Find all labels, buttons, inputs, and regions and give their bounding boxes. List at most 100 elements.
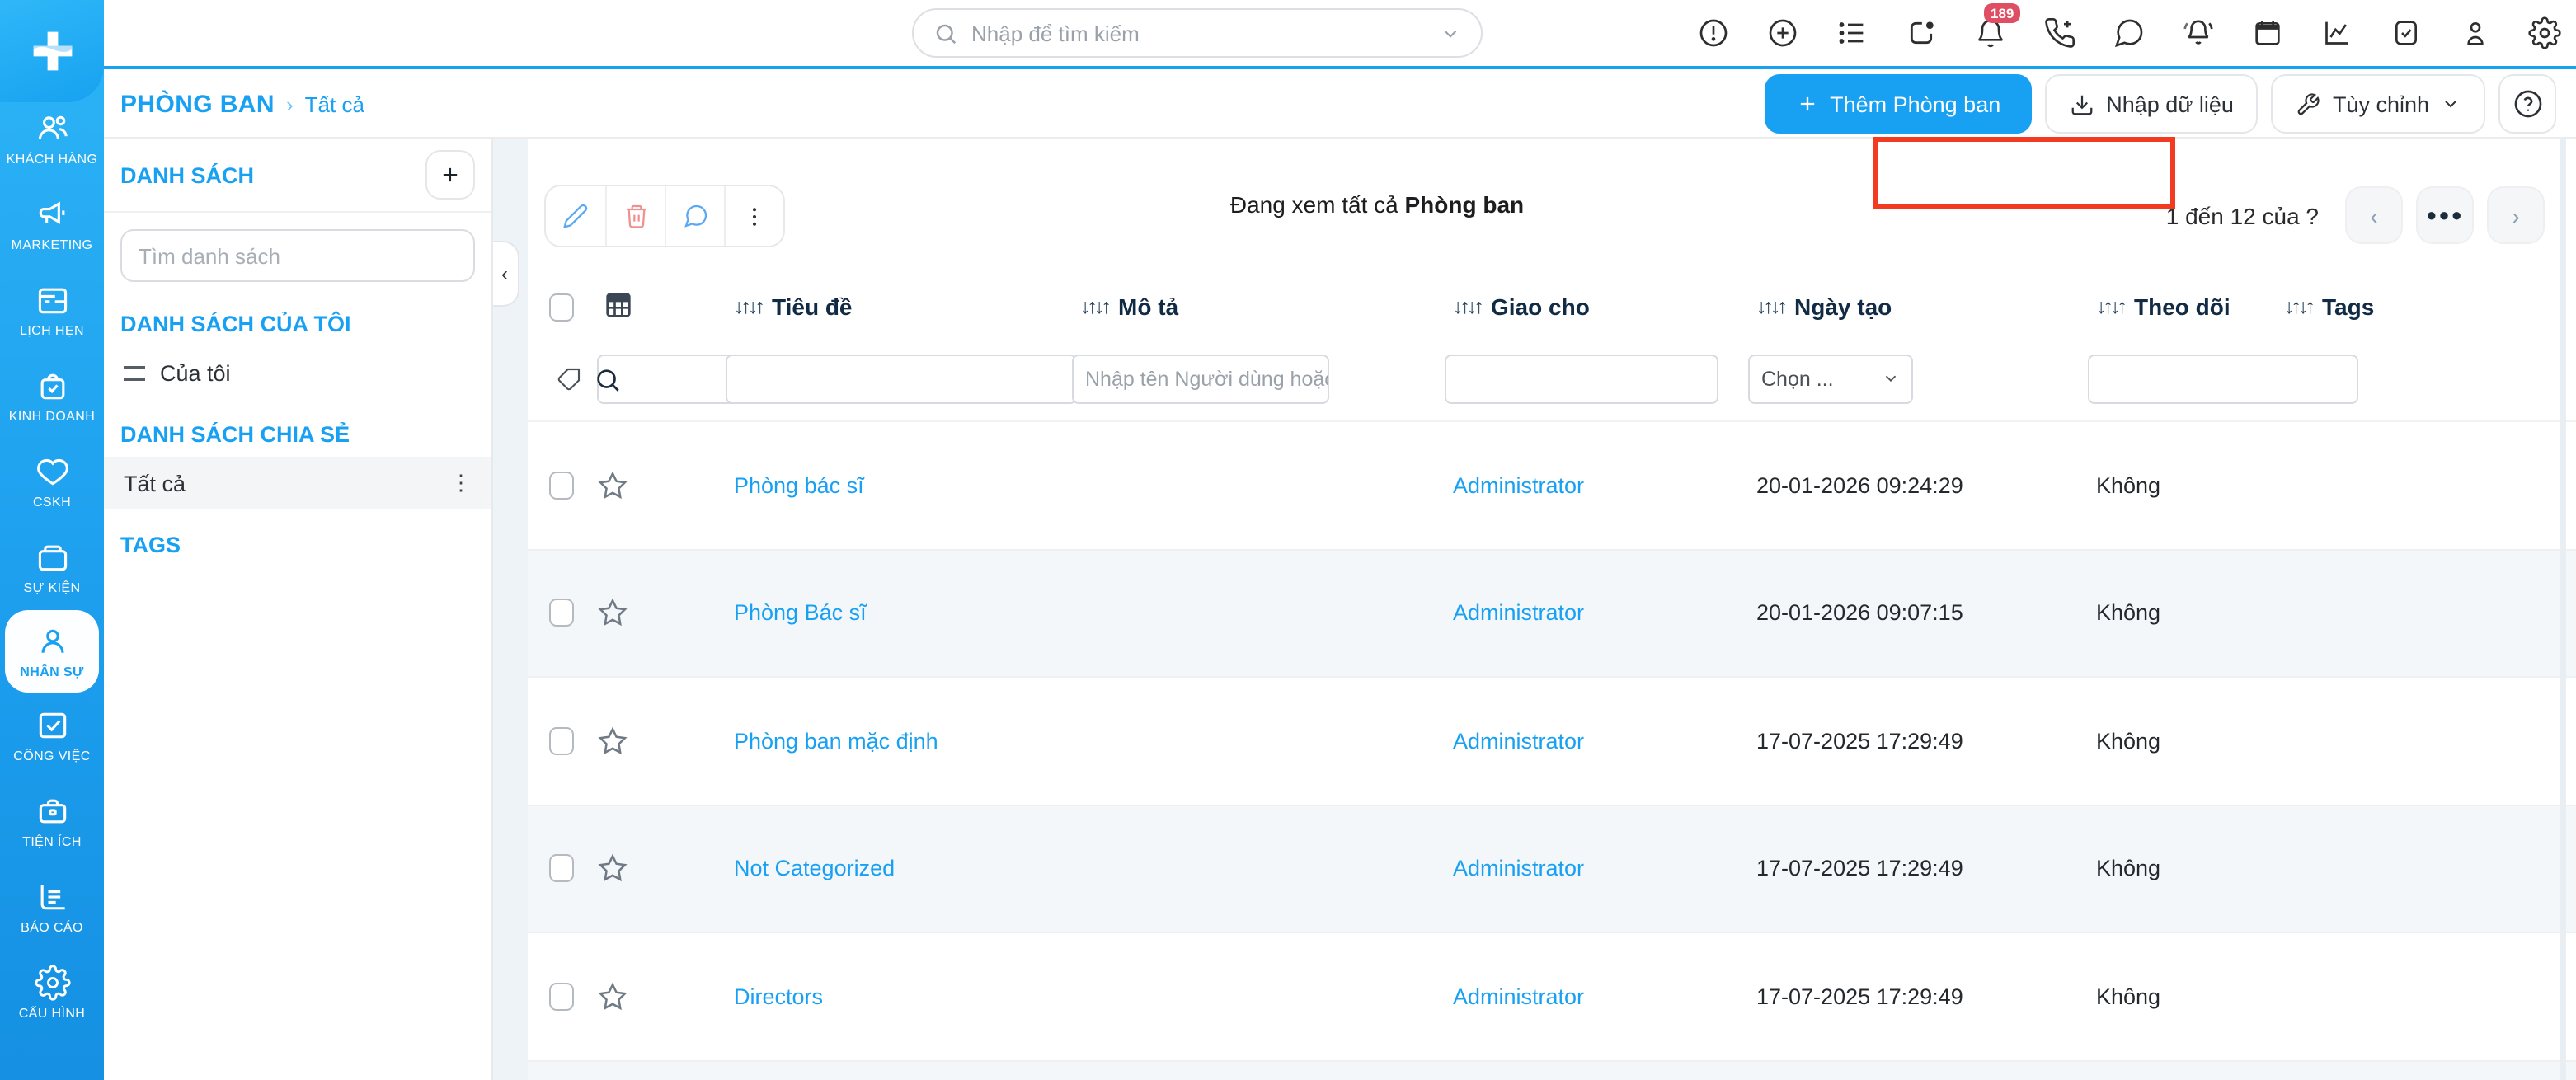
star-icon[interactable] [597, 598, 726, 629]
filter-tags-input[interactable] [2088, 354, 2358, 403]
add-department-button[interactable]: Thêm Phòng ban [1764, 74, 2032, 134]
breadcrumb-section[interactable]: PHÒNG BAN [120, 90, 275, 118]
rail-item-cau-hinh[interactable]: CẤU HÌNH [0, 950, 104, 1035]
help-button[interactable] [2498, 74, 2556, 134]
row-title-link[interactable]: Directors [726, 984, 1072, 1009]
column-header-assigned[interactable]: ↓↑Giao cho [1445, 293, 1748, 320]
rail-item-khach-hang[interactable]: KHÁCH HÀNG [0, 96, 104, 181]
row-title-link[interactable]: Phòng ban mặc định [726, 729, 1072, 754]
customers-group-icon [34, 110, 70, 147]
row-checkbox[interactable] [549, 599, 574, 627]
global-search-input[interactable]: Nhập để tìm kiếm [912, 8, 1483, 58]
rail-item-marketing[interactable]: MARKETING [0, 181, 104, 267]
add-list-button[interactable] [425, 150, 475, 200]
list-item-tat-ca[interactable]: Tất cả ⋮ [104, 457, 491, 509]
row-title-link[interactable]: Not Categorized [726, 857, 1072, 881]
column-header-description[interactable]: ↓↑Mô tả [1072, 293, 1445, 320]
row-checkbox[interactable] [549, 472, 574, 500]
import-data-button[interactable]: Nhập dữ liệu [2045, 74, 2259, 134]
page-options-button[interactable]: ●●● [2416, 186, 2474, 244]
calendar-icon[interactable] [2249, 15, 2286, 51]
search-placeholder: Nhập để tìm kiếm [971, 21, 1427, 45]
filter-created-input[interactable] [1445, 354, 1718, 403]
ring-bell-icon[interactable] [2180, 15, 2216, 51]
screen-notification-icon[interactable] [1903, 15, 1939, 51]
activity-chart-icon[interactable] [2319, 15, 2355, 51]
row-created: 20-01-2026 09:24:29 [1748, 473, 2088, 498]
alert-icon[interactable] [1695, 15, 1732, 51]
table-row[interactable]: Phòng bác sĩ Administrator 20-01-2026 09… [528, 422, 2576, 550]
bell-icon[interactable]: 189 [1972, 15, 2009, 51]
star-icon[interactable] [597, 853, 726, 885]
table-row[interactable]: Phòng ban mặc định Administrator 17-07-2… [528, 678, 2576, 805]
bulk-action-group [544, 185, 785, 247]
grid-view-button[interactable] [597, 288, 726, 326]
star-icon[interactable] [597, 725, 726, 757]
list-search-input[interactable]: Tìm danh sách [120, 229, 475, 282]
rail-item-label: NHÂN SỰ [20, 664, 83, 679]
row-created: 17-07-2025 17:29:49 [1748, 729, 2088, 754]
list-item-cua-toi[interactable]: Của tôi [104, 346, 491, 399]
row-checkbox[interactable] [549, 855, 574, 883]
rail-item-lich-hen[interactable]: LỊCH HẸN [0, 267, 104, 353]
table-row[interactable]: Phòng Bác sĩ Administrator 20-01-2026 09… [528, 550, 2576, 678]
column-header-tags[interactable]: ↓↑Tags [2276, 293, 2576, 320]
tag-icon[interactable] [556, 366, 582, 392]
list-item-label: Của tôi [160, 360, 231, 385]
breadcrumb-separator: › [286, 92, 294, 116]
prev-page-button[interactable]: ‹ [2345, 186, 2403, 244]
select-all-checkbox[interactable] [549, 293, 574, 321]
rail-item-su-kien[interactable]: SỰ KIỆN [0, 524, 104, 610]
rail-item-cskh[interactable]: CSKH [0, 439, 104, 524]
view-status-entity: Phòng ban [1405, 191, 1525, 218]
filter-description-input[interactable] [726, 354, 1077, 403]
column-header-created[interactable]: ↓↑Ngày tạo [1748, 293, 2088, 320]
list-icon[interactable] [1834, 15, 1870, 51]
row-follow: Không [2088, 729, 2276, 754]
rail-item-cong-viec[interactable]: CÔNG VIỆC [0, 693, 104, 778]
chat-bubble-icon[interactable] [2111, 15, 2147, 51]
gear-icon[interactable] [2527, 15, 2563, 51]
column-header-title[interactable]: ↓↑Tiêu đề [726, 293, 1072, 320]
chevron-down-icon[interactable] [1440, 22, 1461, 44]
rail-item-bao-cao[interactable]: BÁO CÁO [0, 864, 104, 950]
filter-follow-select[interactable]: Chọn ... [1748, 354, 1913, 403]
row-assigned-link[interactable]: Administrator [1445, 473, 1748, 498]
customize-button[interactable]: Tùy chỉnh [2272, 74, 2485, 134]
row-checkbox[interactable] [549, 727, 574, 755]
collapse-panel-button[interactable]: ‹ [491, 241, 519, 307]
scrollbar-track[interactable] [2560, 139, 2566, 1080]
row-assigned-link[interactable]: Administrator [1445, 857, 1748, 881]
filter-assigned-input[interactable]: Nhập tên Người dùng hoặc [1072, 354, 1329, 403]
checkbox-icon[interactable] [2388, 15, 2424, 51]
search-icon[interactable] [594, 365, 622, 393]
next-page-button[interactable]: › [2487, 186, 2545, 244]
rail-item-nhan-su[interactable]: NHÂN SỰ [5, 610, 99, 693]
star-icon[interactable] [597, 470, 726, 501]
row-assigned-link[interactable]: Administrator [1445, 601, 1748, 626]
table-row[interactable]: Directors Administrator 17-07-2025 17:29… [528, 933, 2576, 1061]
app-logo[interactable] [0, 0, 104, 102]
list-search-placeholder: Tìm danh sách [139, 243, 280, 268]
import-data-label: Nhập dữ liệu [2106, 92, 2234, 116]
table-row[interactable]: Not Categorized Administrator 17-07-2025… [528, 805, 2576, 933]
row-title-link[interactable]: Phòng bác sĩ [726, 473, 1072, 498]
comment-button[interactable] [665, 186, 724, 246]
rail-item-tien-ich[interactable]: TIỆN ÍCH [0, 778, 104, 864]
column-header-follow[interactable]: ↓↑Theo dõi [2088, 293, 2276, 320]
breadcrumb-current[interactable]: Tất cả [305, 92, 364, 116]
plus-circle-icon[interactable] [1765, 15, 1801, 51]
row-title-link[interactable]: Phòng Bác sĩ [726, 601, 1072, 626]
row-assigned-link[interactable]: Administrator [1445, 984, 1748, 1009]
phone-plus-icon[interactable] [2042, 15, 2078, 51]
row-checkbox[interactable] [549, 983, 574, 1011]
delete-button[interactable] [605, 186, 665, 246]
edit-button[interactable] [546, 186, 605, 246]
rail-item-kinh-doanh[interactable]: KINH DOANH [0, 353, 104, 439]
star-icon[interactable] [597, 981, 726, 1012]
list-item-menu-icon[interactable]: ⋮ [450, 470, 472, 496]
more-actions-button[interactable] [724, 186, 783, 246]
app-window: KHÁCH HÀNG MARKETING LỊCH HẸN KINH DOANH… [0, 0, 2576, 1080]
user-icon[interactable] [2457, 15, 2494, 51]
row-assigned-link[interactable]: Administrator [1445, 729, 1748, 754]
